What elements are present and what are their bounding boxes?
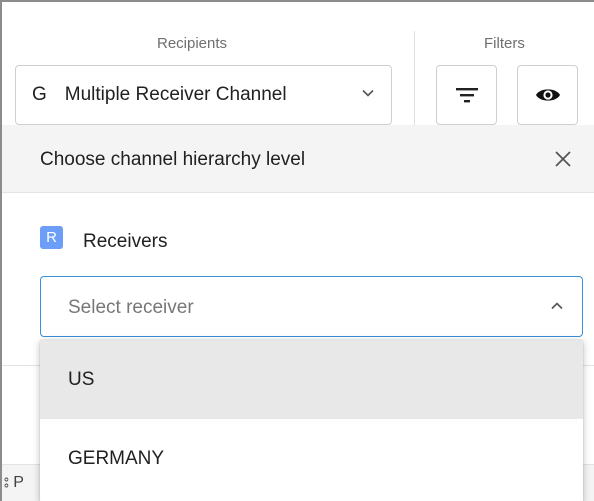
app-window: Recipients Filters G Multiple Receiver C…: [0, 0, 594, 501]
option-germany[interactable]: GERMANY: [40, 419, 583, 498]
filters-label: Filters: [484, 35, 525, 52]
recipient-prefix: G: [32, 84, 47, 105]
option-us[interactable]: US: [40, 340, 583, 419]
recipient-channel-select[interactable]: G Multiple Receiver Channel: [15, 65, 392, 125]
visibility-button[interactable]: [517, 65, 578, 125]
filter-icon: [455, 88, 478, 103]
background-footer-text: ⦂ P: [4, 474, 24, 491]
recipients-label: Recipients: [157, 35, 228, 52]
toolbar-divider: [414, 31, 415, 127]
receiver-dropdown: US GERMANY: [40, 340, 583, 501]
panel-title: Choose channel hierarchy level: [40, 149, 306, 170]
recipient-value: Multiple Receiver Channel: [64, 84, 287, 105]
receivers-label: Receivers: [83, 231, 168, 252]
receiver-placeholder: Select receiver: [68, 297, 194, 318]
receiver-select[interactable]: Select receiver: [40, 276, 583, 337]
receivers-badge: R: [40, 226, 63, 249]
eye-icon: [535, 89, 560, 101]
panel-header: Choose channel hierarchy level: [2, 125, 594, 193]
close-icon[interactable]: [553, 149, 573, 169]
filter-button[interactable]: [436, 65, 497, 125]
chevron-up-icon: [551, 302, 563, 310]
chevron-down-icon: [362, 89, 374, 97]
